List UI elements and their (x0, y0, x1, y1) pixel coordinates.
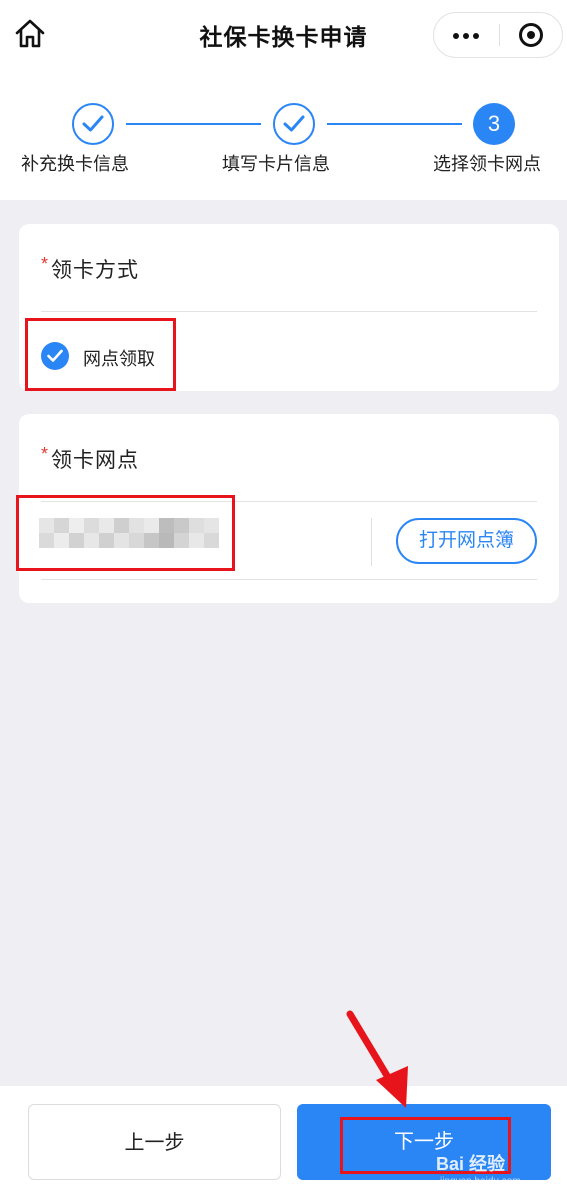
pickup-option-label: 网点领取 (83, 349, 155, 369)
required-mark: * (41, 444, 50, 464)
step-label-2: 填写卡片信息 (222, 154, 330, 174)
step-label-1: 补充换卡信息 (21, 154, 129, 174)
pickup-method-title: *领卡方式 (41, 254, 139, 284)
mini-program-capsule (433, 12, 563, 58)
step-3-number: 3 (473, 103, 515, 145)
card-divider (41, 501, 537, 502)
step-1-check-icon (72, 103, 114, 145)
checkbox-checked-icon[interactable] (41, 342, 69, 370)
next-step-button[interactable]: 下一步 (297, 1104, 551, 1180)
pickup-outlet-title: *领卡网点 (41, 444, 139, 474)
target-close-icon[interactable] (500, 13, 562, 57)
step-label-3: 选择领卡网点 (433, 154, 541, 174)
outlet-value-obscured[interactable] (39, 518, 219, 548)
input-underline (41, 579, 537, 580)
pickup-method-card: *领卡方式 网点领取 (19, 224, 559, 391)
bottom-action-bar: 上一步 下一步 (0, 1086, 567, 1202)
pickup-outlet-title-text: 领卡网点 (51, 449, 140, 472)
open-outlet-book-button[interactable]: 打开网点簿 (396, 518, 537, 564)
pickup-outlet-card: *领卡网点 打开网点簿 (19, 414, 559, 603)
pickup-method-title-text: 领卡方式 (51, 259, 140, 282)
home-icon[interactable] (14, 18, 46, 50)
top-header: 社保卡换卡申请 3 补充换卡信息 填写卡片信息 选择领卡网点 (0, 0, 567, 200)
annotation-arrow-icon (346, 1010, 408, 1108)
step-2-check-icon (273, 103, 315, 145)
required-mark: * (41, 254, 50, 274)
card-divider (41, 311, 537, 312)
step-connector-1 (126, 123, 261, 125)
prev-step-button[interactable]: 上一步 (28, 1104, 281, 1180)
input-vertical-divider (371, 518, 372, 566)
step-connector-2 (327, 123, 462, 125)
more-dots-icon[interactable] (434, 13, 499, 57)
